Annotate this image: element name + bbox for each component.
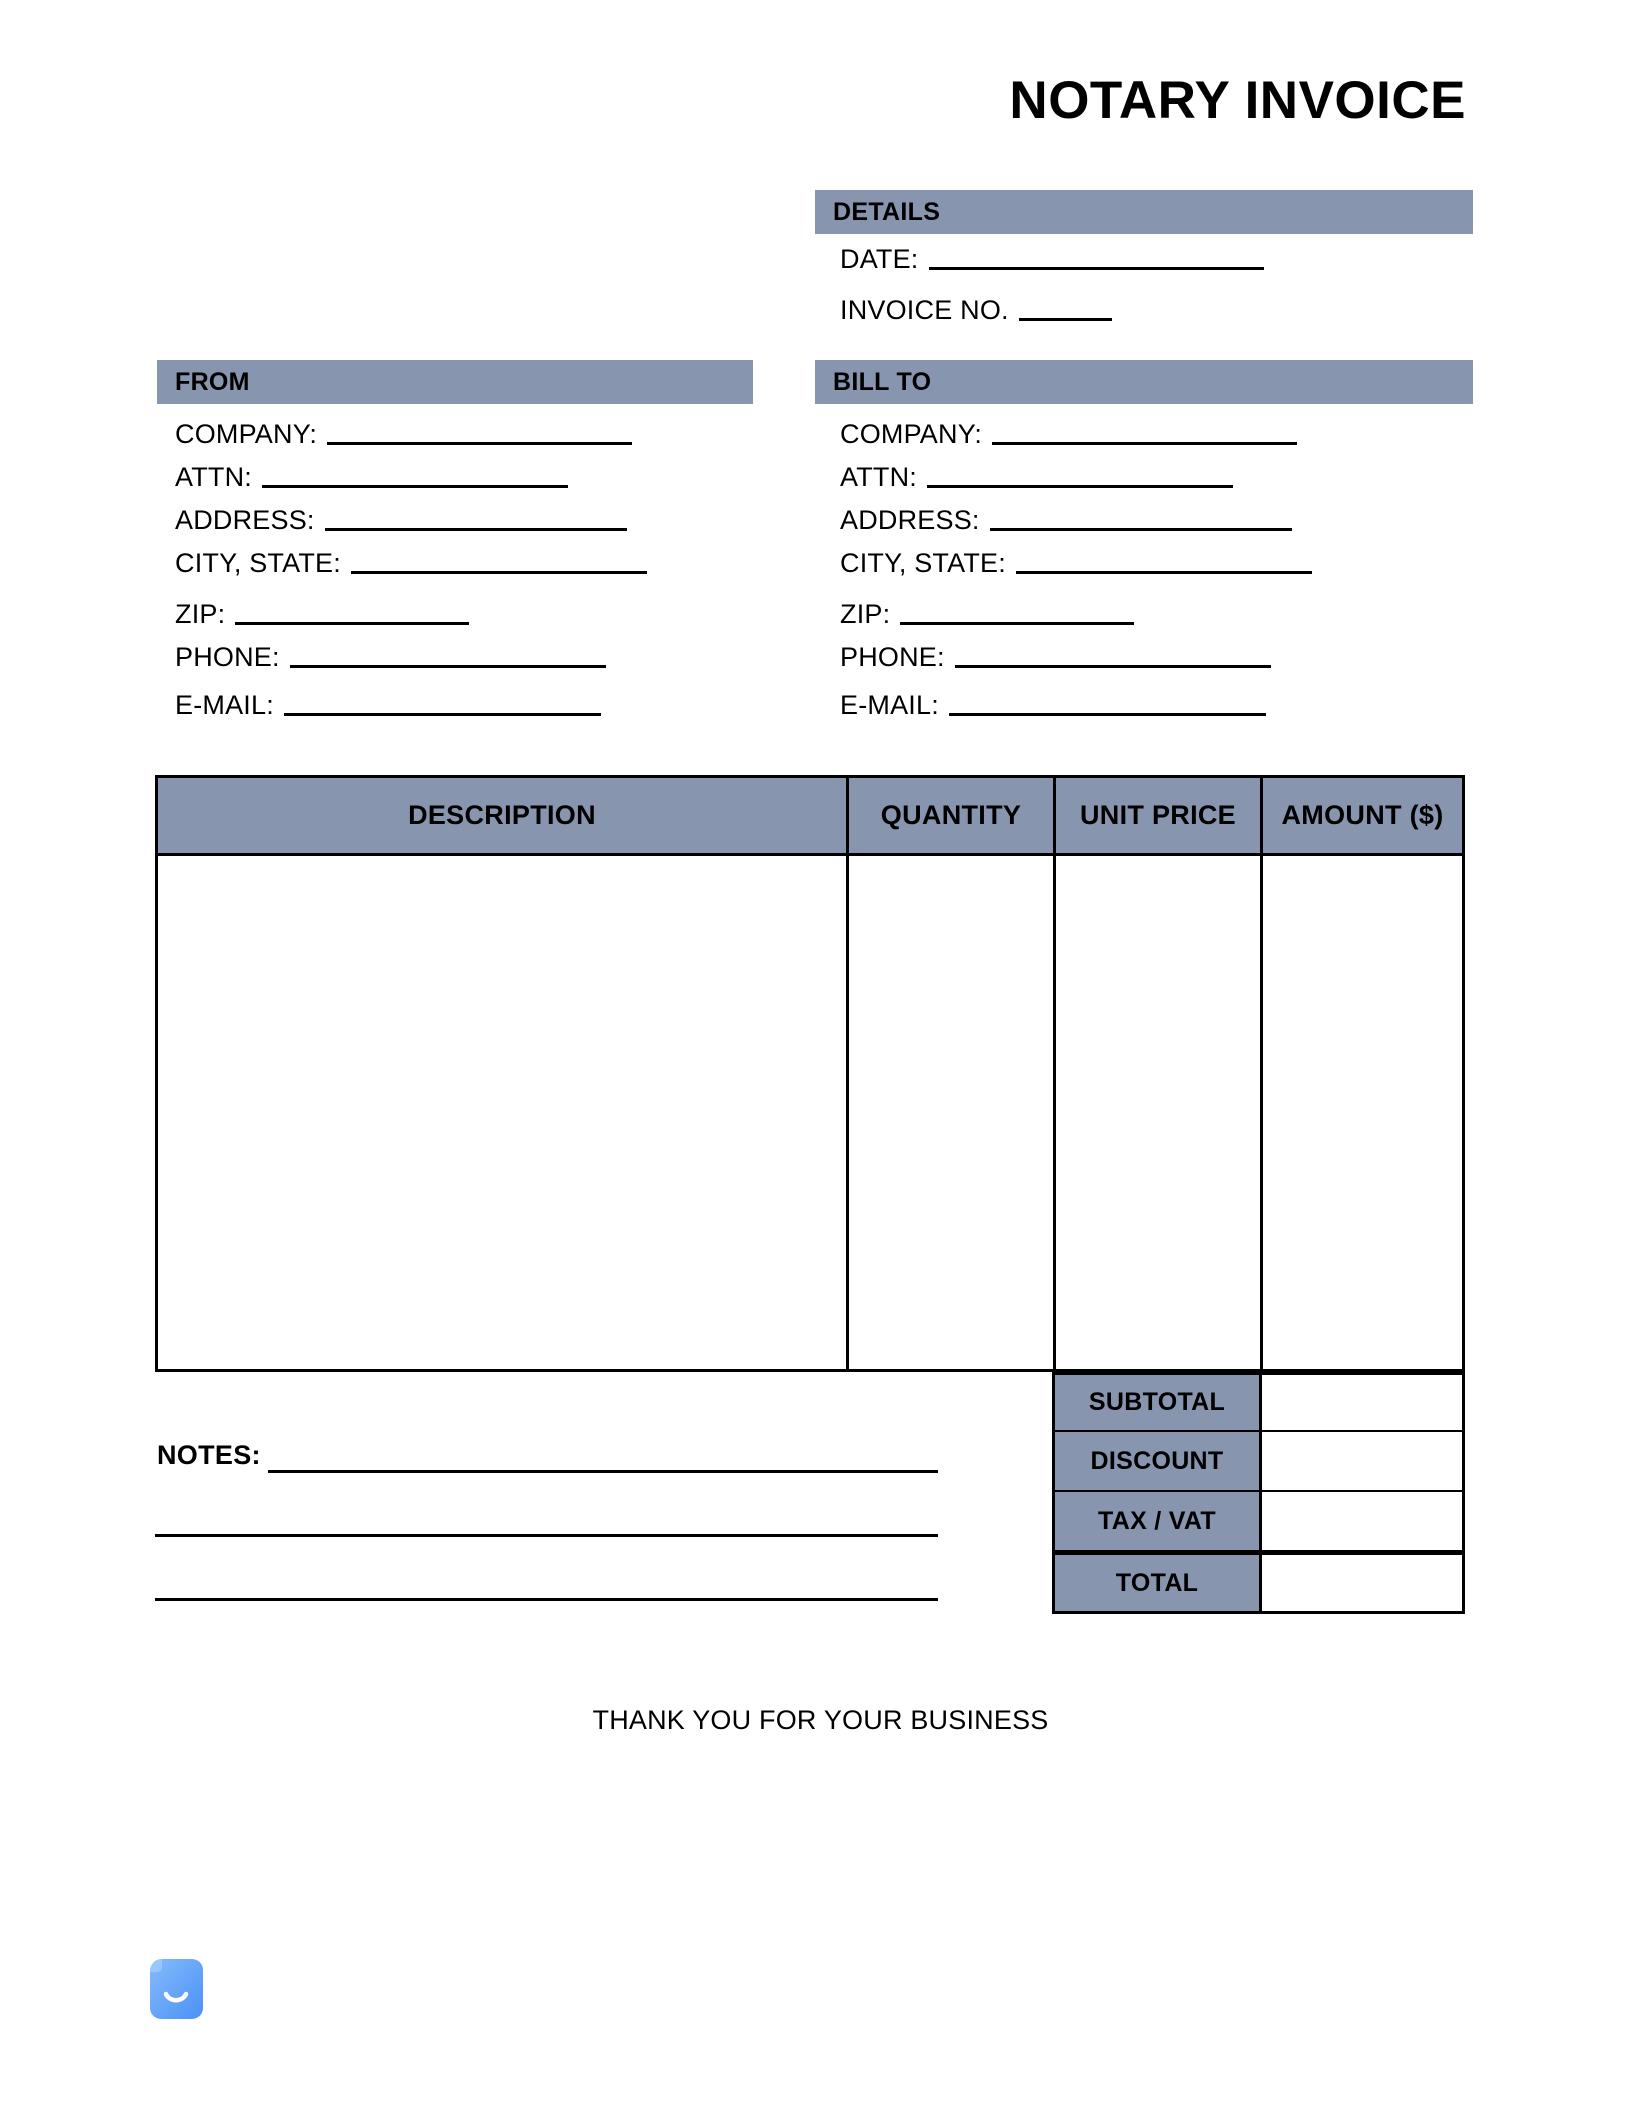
billto-zip-input-rule[interactable] [900, 622, 1135, 625]
total-value[interactable] [1262, 1552, 1465, 1614]
totals-block: SUBTOTAL DISCOUNT TAX / VAT TOTAL [1052, 1372, 1465, 1614]
from-email-row: E-MAIL: [175, 692, 601, 719]
from-company-input-rule[interactable] [327, 442, 633, 445]
column-header-description: DESCRIPTION [408, 800, 596, 830]
thank-you-message: THANK YOU FOR YOUR BUSINESS [592, 1705, 1049, 1735]
from-zip-row: ZIP: [175, 599, 470, 629]
details-header-label: DETAILS [833, 197, 941, 226]
from-address-label: ADDRESS: [175, 505, 315, 535]
billto-company-row: COMPANY: [840, 419, 1298, 449]
from-phone-row: PHONE: [175, 644, 606, 671]
from-attn-row: ATTN: [175, 464, 568, 491]
from-company-row: COMPANY: [175, 419, 633, 449]
from-zip-label: ZIP: [175, 599, 226, 629]
column-header-unit-price: UNIT PRICE [1053, 778, 1260, 853]
column-header-quantity: QUANTITY [846, 778, 1053, 853]
billto-city-state-label: CITY, STATE: [840, 548, 1006, 578]
billto-email-label: E-MAIL: [840, 690, 939, 720]
totals-row-subtotal: SUBTOTAL [1052, 1372, 1465, 1432]
billto-city-state-input-rule[interactable] [1015, 571, 1312, 574]
billto-company-input-rule[interactable] [992, 442, 1298, 445]
notes-line-3[interactable] [155, 1598, 938, 1601]
billto-phone-label: PHONE: [840, 642, 945, 672]
from-phone-input-rule[interactable] [289, 665, 606, 668]
from-address-row: ADDRESS: [175, 507, 627, 534]
details-section-header: DETAILS [815, 190, 1473, 234]
from-email-input-rule[interactable] [283, 713, 601, 716]
totals-row-total: TOTAL [1052, 1552, 1465, 1614]
billto-address-row: ADDRESS: [840, 507, 1292, 534]
tax-vat-label: TAX / VAT [1052, 1492, 1262, 1552]
billto-phone-row: PHONE: [840, 644, 1271, 671]
cell-description[interactable] [158, 856, 846, 1372]
from-zip-input-rule[interactable] [235, 622, 470, 625]
billto-city-state-row: CITY, STATE: [840, 550, 1312, 577]
billto-phone-input-rule[interactable] [954, 665, 1271, 668]
page-title: NOTARY INVOICE [1009, 71, 1466, 130]
invoice-page: NOTARY INVOICE DETAILS DATE: INVOICE NO.… [0, 0, 1641, 2123]
invoice-no-input-rule[interactable] [1018, 318, 1112, 321]
billto-zip-label: ZIP: [840, 599, 891, 629]
subtotal-label: SUBTOTAL [1052, 1372, 1262, 1432]
billto-zip-row: ZIP: [840, 599, 1135, 629]
cell-unit-price[interactable] [1053, 856, 1260, 1372]
billto-company-label: COMPANY: [840, 419, 983, 449]
billto-email-input-rule[interactable] [948, 713, 1266, 716]
date-field-row: DATE: [840, 246, 1264, 273]
discount-label: DISCOUNT [1052, 1432, 1262, 1492]
from-address-input-rule[interactable] [324, 528, 627, 531]
bill-to-header-label: BILL TO [833, 367, 932, 396]
from-section-header: FROM [157, 360, 753, 404]
invoice-no-field-row: INVOICE NO. [840, 297, 1112, 324]
billto-attn-label: ATTN: [840, 462, 917, 492]
subtotal-value[interactable] [1262, 1372, 1465, 1432]
from-city-state-row: CITY, STATE: [175, 550, 647, 577]
notes-line-1[interactable] [268, 1470, 938, 1473]
tax-vat-value[interactable] [1262, 1492, 1465, 1552]
column-header-amount: AMOUNT ($) [1260, 778, 1462, 853]
line-items-body [158, 856, 1462, 1372]
line-items-header-row: DESCRIPTION QUANTITY UNIT PRICE AMOUNT (… [158, 778, 1462, 856]
billto-address-label: ADDRESS: [840, 505, 980, 535]
from-phone-label: PHONE: [175, 642, 280, 672]
document-smile-logo-icon [148, 1958, 204, 2020]
notes-line-2[interactable] [155, 1534, 938, 1537]
from-city-state-input-rule[interactable] [350, 571, 647, 574]
cell-quantity[interactable] [846, 856, 1053, 1372]
line-items-table: DESCRIPTION QUANTITY UNIT PRICE AMOUNT (… [155, 775, 1465, 1372]
billto-attn-input-rule[interactable] [927, 485, 1233, 488]
from-attn-input-rule[interactable] [262, 485, 568, 488]
totals-row-tax-vat: TAX / VAT [1052, 1492, 1465, 1552]
billto-email-row: E-MAIL: [840, 692, 1266, 719]
from-company-label: COMPANY: [175, 419, 318, 449]
total-label: TOTAL [1052, 1552, 1262, 1614]
from-attn-label: ATTN: [175, 462, 252, 492]
from-header-label: FROM [175, 367, 250, 396]
billto-attn-row: ATTN: [840, 464, 1233, 491]
billto-address-input-rule[interactable] [989, 528, 1292, 531]
date-field-label: DATE: [840, 244, 919, 274]
notes-label: NOTES: [157, 1440, 261, 1470]
totals-row-discount: DISCOUNT [1052, 1432, 1465, 1492]
discount-value[interactable] [1262, 1432, 1465, 1492]
invoice-no-field-label: INVOICE NO. [840, 295, 1009, 325]
bill-to-section-header: BILL TO [815, 360, 1473, 404]
from-city-state-label: CITY, STATE: [175, 548, 341, 578]
from-email-label: E-MAIL: [175, 690, 274, 720]
date-input-rule[interactable] [928, 267, 1264, 270]
cell-amount[interactable] [1260, 856, 1462, 1372]
